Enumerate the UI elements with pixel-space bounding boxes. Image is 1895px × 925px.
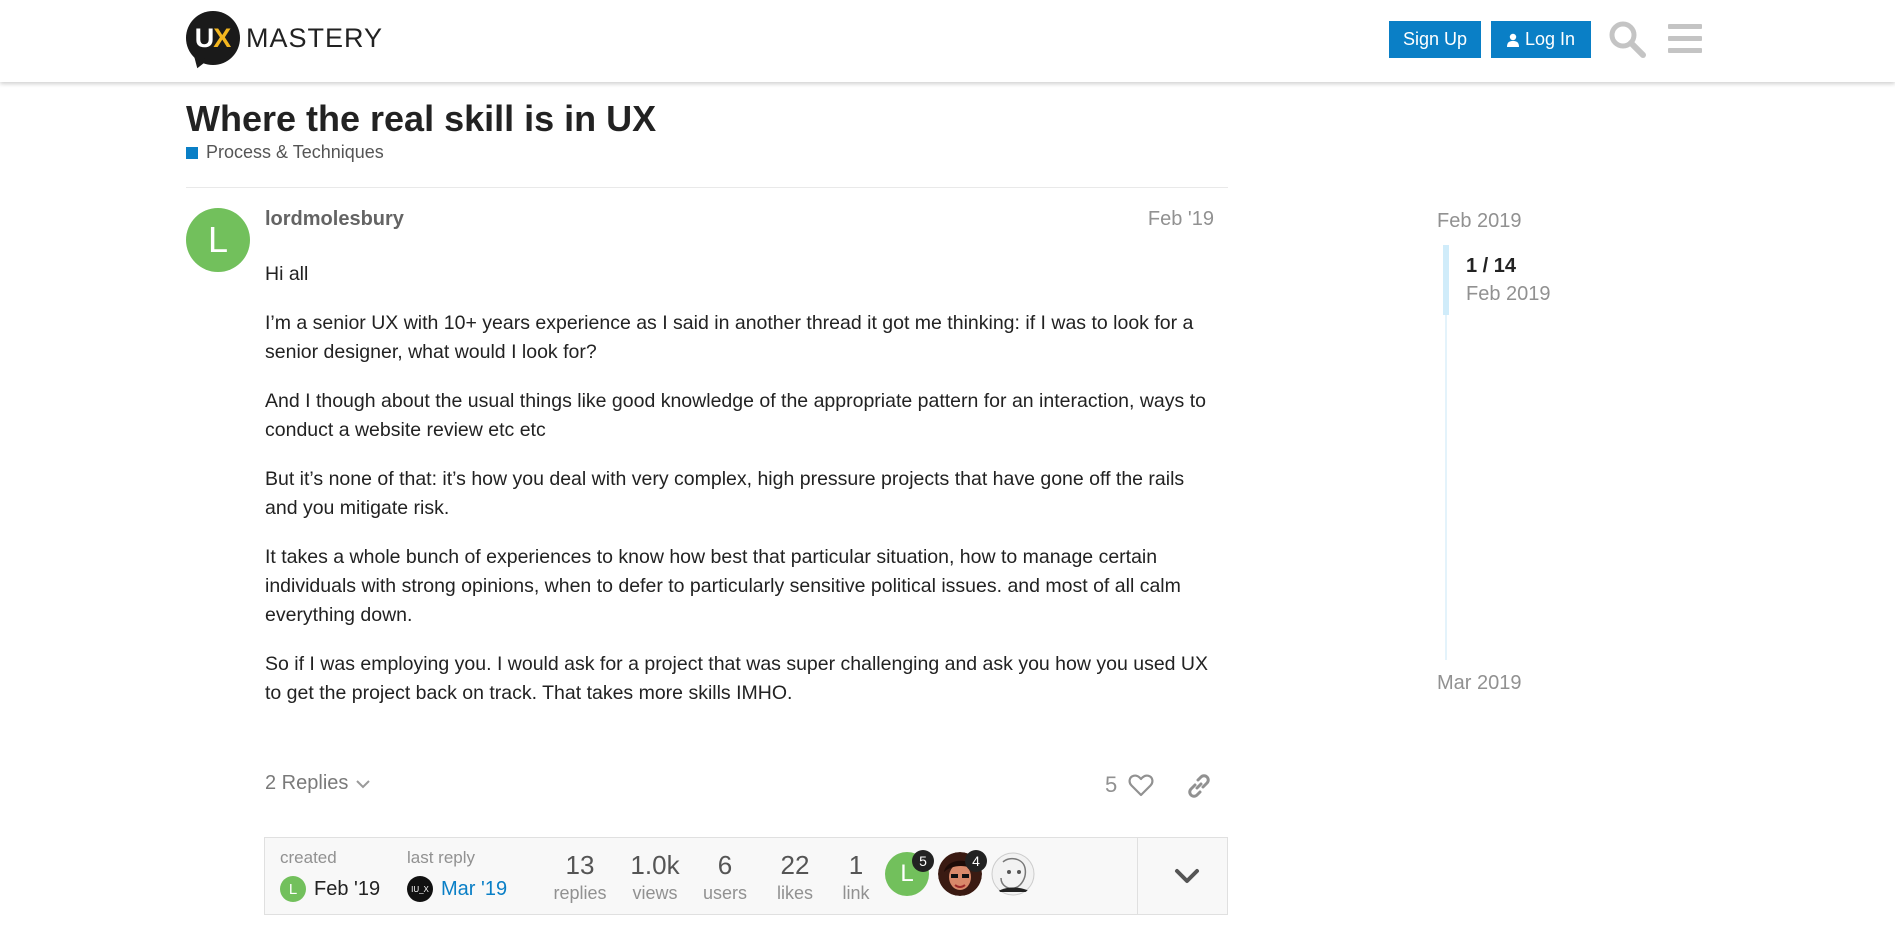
log-in-button[interactable]: Log In xyxy=(1491,21,1591,58)
site-header: UX MASTERY Sign Up Log In xyxy=(0,0,1895,82)
post-paragraph: It takes a whole bunch of experiences to… xyxy=(265,546,1181,626)
stat-label: views xyxy=(632,883,678,903)
topic-title[interactable]: Where the real skill is in UX xyxy=(186,98,656,140)
logo-mark-u: U xyxy=(194,22,214,53)
stat-label: link xyxy=(842,883,870,903)
stat-likes: 22 likes xyxy=(765,850,825,904)
site-logo[interactable]: UX MASTERY xyxy=(186,10,383,66)
stat-label: likes xyxy=(776,883,813,903)
log-in-label: Log In xyxy=(1524,29,1576,49)
logo-text: MASTERY xyxy=(246,22,384,53)
sign-up-button[interactable]: Sign Up xyxy=(1389,21,1481,58)
category-link[interactable]: Process & Techniques xyxy=(186,142,384,163)
stat-links: 1 link xyxy=(831,850,881,904)
stat-number: 1.0k xyxy=(630,850,680,880)
heart-icon[interactable] xyxy=(1128,772,1154,798)
last-reply-avatar[interactable]: IU_X xyxy=(407,876,433,902)
search-icon[interactable] xyxy=(1606,18,1648,60)
participant-avatar-sketch[interactable] xyxy=(991,852,1035,896)
timeline-position-date: Feb 2019 xyxy=(1466,283,1551,305)
created-date: Feb '19 xyxy=(314,877,381,900)
post-paragraph: But it’s none of that: it’s how you deal… xyxy=(265,468,1185,519)
created-info: created L Feb '19 xyxy=(280,848,380,902)
timeline-scroll-handle[interactable] xyxy=(1443,245,1449,315)
logo-mark-x: X xyxy=(213,22,232,53)
post-paragraph: And I though about the usual things like… xyxy=(265,390,1206,441)
created-avatar[interactable]: L xyxy=(280,876,306,902)
stat-number: 1 xyxy=(848,850,864,880)
stat-views: 1.0k views xyxy=(615,850,695,904)
chevron-down-icon xyxy=(356,779,371,788)
last-reply-date[interactable]: Mar '19 xyxy=(441,878,507,901)
participant-post-count: 5 xyxy=(912,850,934,872)
stat-label: replies xyxy=(553,883,607,903)
participant-post-count: 4 xyxy=(965,850,987,872)
stat-number: 22 xyxy=(780,850,810,880)
share-link-icon[interactable] xyxy=(1185,772,1213,800)
replies-label: 2 Replies xyxy=(265,772,349,794)
post-paragraph: So if I was employing you. I would ask f… xyxy=(265,653,1209,704)
post-date[interactable]: Feb '19 xyxy=(1148,208,1214,231)
stat-label: users xyxy=(702,883,747,903)
stat-number: 13 xyxy=(565,850,595,880)
like-count[interactable]: 5 xyxy=(1105,772,1117,798)
user-icon xyxy=(1506,33,1519,47)
stat-number: 6 xyxy=(717,850,733,880)
stat-users: 6 users xyxy=(695,850,755,904)
timeline-start-date[interactable]: Feb 2019 xyxy=(1437,210,1522,233)
post-body: Hi all I’m a senior UX with 10+ years ex… xyxy=(265,260,1215,728)
category-label: Process & Techniques xyxy=(206,142,384,162)
timeline-position: 1 / 14 xyxy=(1466,255,1517,277)
title-divider xyxy=(186,187,1228,188)
last-reply-label: last reply xyxy=(407,848,476,867)
post-paragraph: I’m a senior UX with 10+ years experienc… xyxy=(265,312,1194,363)
expand-chevron-icon[interactable] xyxy=(1165,854,1209,898)
hamburger-menu-icon[interactable] xyxy=(1664,18,1706,60)
last-reply-info[interactable]: last reply IU_X Mar '19 xyxy=(407,848,507,902)
category-color-badge xyxy=(186,146,198,159)
created-label: created xyxy=(280,848,337,867)
topic-map-separator xyxy=(1137,838,1138,914)
stat-replies: 13 replies xyxy=(550,850,610,904)
timeline-end-date[interactable]: Mar 2019 xyxy=(1437,672,1522,695)
logo-badge: UX xyxy=(186,11,240,65)
post-paragraph: Hi all xyxy=(265,263,309,285)
post-username[interactable]: lordmolesbury xyxy=(265,208,404,231)
replies-toggle-button[interactable]: 2 Replies xyxy=(265,772,371,795)
author-avatar[interactable]: L xyxy=(186,208,250,272)
topic-map: created L Feb '19 last reply IU_X Mar '1… xyxy=(264,837,1228,915)
